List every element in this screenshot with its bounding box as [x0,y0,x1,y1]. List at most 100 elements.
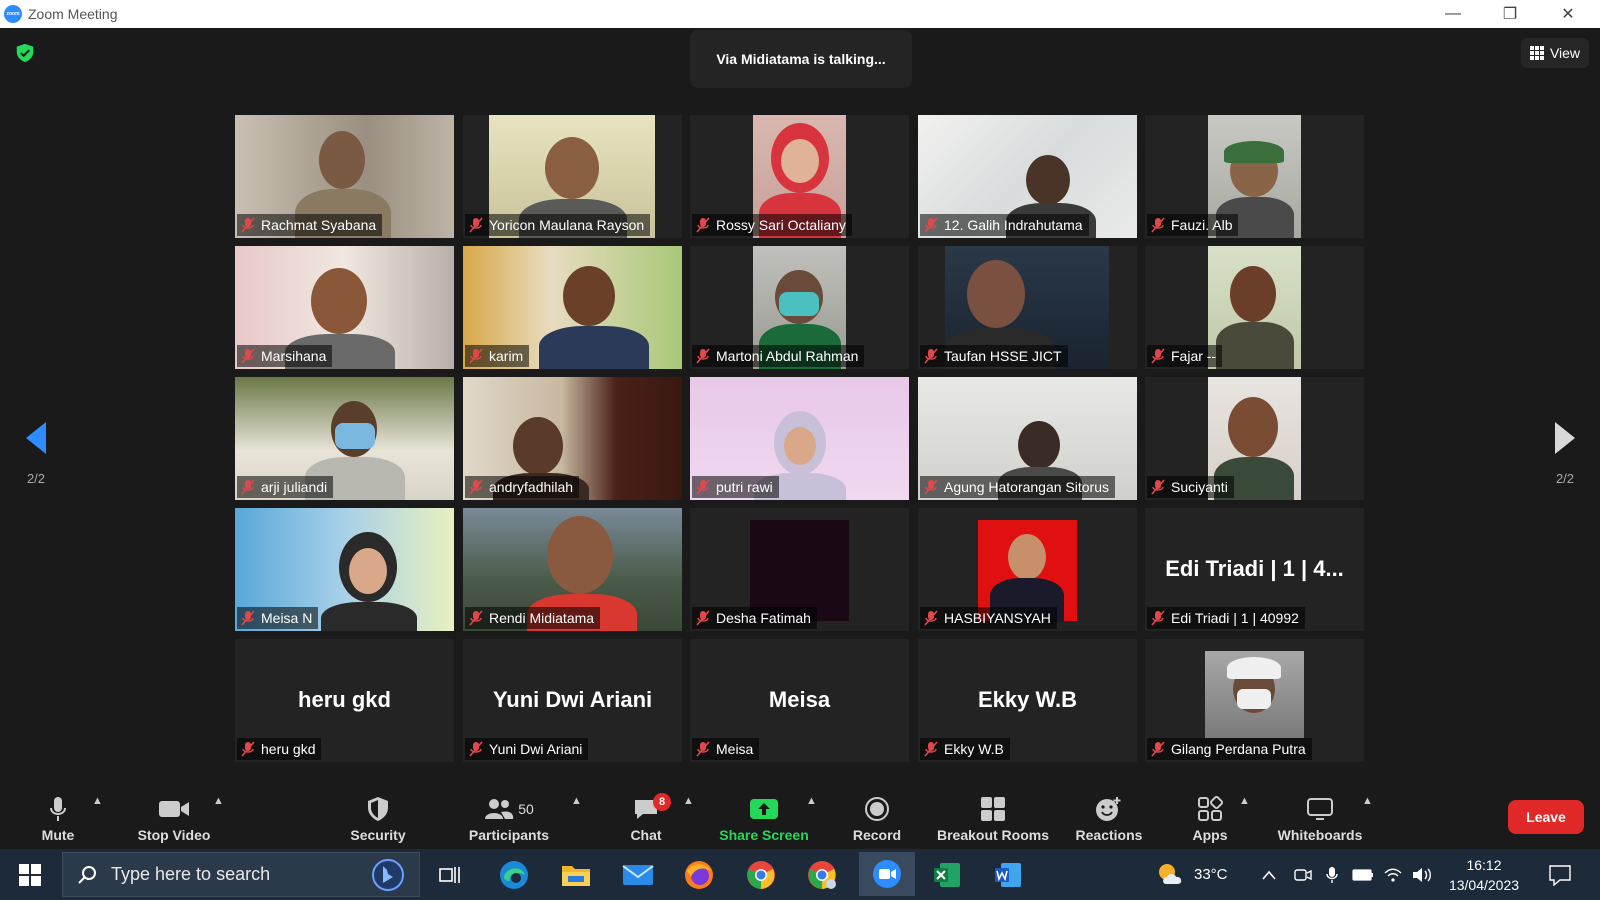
participant-name-label: andryfadhilah [465,476,580,498]
participant-tile[interactable]: Martoni Abdul Rahman [690,246,909,369]
participant-tile[interactable]: Yuni Dwi Ariani Yuni Dwi Ariani [463,639,682,762]
network-tray-icon[interactable] [1384,849,1402,900]
participant-tile[interactable]: arji juliandi [235,377,454,500]
arrow-right-icon[interactable] [1553,420,1577,456]
view-label: View [1549,45,1581,61]
taskbar-chrome[interactable] [741,855,781,895]
participant-tile[interactable]: Agung Hatorangan Sitorus [918,377,1137,500]
participant-tile[interactable]: Marsihana [235,246,454,369]
participants-button[interactable]: 50 Participants [464,789,554,843]
record-button[interactable]: Record [850,789,904,843]
mic-muted-icon [924,479,938,495]
participants-options-chevron-icon[interactable]: ▲ [571,795,582,807]
mic-muted-icon [1151,479,1165,495]
participant-tile[interactable]: andryfadhilah [463,377,682,500]
participant-tile[interactable]: heru gkd heru gkd [235,639,454,762]
chat-options-chevron-icon[interactable]: ▲ [683,795,694,807]
taskbar-zoom[interactable] [859,852,915,896]
participant-tile[interactable]: putri rawi [690,377,909,500]
participant-tile[interactable]: Edi Triadi | 1 | 4... Edi Triadi | 1 | 4… [1145,508,1364,631]
participant-name-label: 12. Galih Indrahutama [920,214,1089,236]
microphone-tray-icon[interactable] [1326,849,1338,900]
whiteboards-button[interactable]: Whiteboards [1274,789,1366,843]
previous-page-nav[interactable]: 2/2 [16,420,56,486]
participant-display-name: Edi Triadi | 1 | 4... [1165,556,1344,581]
participant-tile[interactable]: Suciyanti [1145,377,1364,500]
minimize-button[interactable]: — [1425,0,1481,28]
participant-tile[interactable]: Fauzi. Alb [1145,115,1364,238]
task-view-button[interactable] [430,855,470,895]
video-options-chevron-icon[interactable]: ▲ [213,795,224,807]
weather-widget[interactable]: 33°C [1156,849,1228,900]
participant-name-label: Rachmat Syabana [237,214,383,236]
participant-tile[interactable]: Rossy Sari Octaliany [690,115,909,238]
participant-tile[interactable]: Rendi Midiatama [463,508,682,631]
bing-search-icon[interactable] [371,858,405,892]
start-button[interactable] [10,855,50,895]
arrow-left-icon[interactable] [24,420,48,456]
windows-taskbar: Type here to search 33°C 16:12 13/04/202… [0,849,1600,900]
taskbar-clock[interactable]: 16:12 13/04/2023 [1448,849,1520,900]
active-speaker-banner: Via Midiatama is talking... [690,30,912,88]
participant-tile[interactable]: Gilang Perdana Putra [1145,639,1364,762]
view-button[interactable]: View [1521,38,1589,68]
share-options-chevron-icon[interactable]: ▲ [806,795,817,807]
apps-options-chevron-icon[interactable]: ▲ [1239,795,1250,807]
participant-display-name: Meisa [768,687,831,712]
reactions-button[interactable]: Reactions [1075,789,1143,843]
breakout-rooms-button[interactable]: Breakout Rooms [936,789,1050,843]
taskbar-search-box[interactable]: Type here to search [62,852,420,897]
participant-tile[interactable]: Meisa N [235,508,454,631]
folder-icon [562,866,590,886]
participant-name-label: Suciyanti [1147,476,1234,498]
participant-name-label: arji juliandi [237,476,334,498]
participant-name-label: Rossy Sari Octaliany [692,214,852,236]
mic-muted-icon [469,479,483,495]
participant-tile[interactable]: Ekky W.B Ekky W.B [918,639,1137,762]
participant-tile[interactable]: karim [463,246,682,369]
participant-tile[interactable]: Meisa Meisa [690,639,909,762]
taskbar-edge[interactable] [494,855,534,895]
share-screen-button[interactable]: Share Screen [716,789,812,843]
chat-button[interactable]: 8 Chat [626,789,671,843]
next-page-nav[interactable]: 2/2 [1545,420,1585,486]
taskbar-word[interactable] [988,855,1028,895]
taskbar-firefox[interactable] [679,855,719,895]
leave-button[interactable]: Leave [1508,800,1584,834]
participant-tile[interactable]: Desha Fatimah [690,508,909,631]
edge-browser-icon [500,861,528,889]
page-indicator-left: 2/2 [26,471,46,486]
participant-tile[interactable]: Rachmat Syabana [235,115,454,238]
page-indicator-right: 2/2 [1555,471,1575,486]
participant-name-label: heru gkd [237,738,322,760]
taskbar-excel[interactable] [927,855,967,895]
mute-button[interactable]: Mute [34,789,82,843]
apps-icon [1198,796,1223,821]
notification-center-button[interactable] [1548,849,1572,900]
security-button[interactable]: Security [343,789,413,843]
participants-icon [485,799,514,819]
show-hidden-icons-button[interactable] [1262,849,1276,900]
apps-button[interactable]: Apps [1190,789,1230,843]
stop-video-button[interactable]: Stop Video [132,789,216,843]
meet-now-tray-icon[interactable] [1294,849,1312,900]
taskbar-chrome-profile[interactable] [802,855,842,895]
mic-muted-icon [241,741,255,757]
taskbar-mail[interactable] [618,855,658,895]
battery-tray-icon[interactable] [1352,849,1374,900]
participant-tile[interactable]: Fajar -- [1145,246,1364,369]
participant-tile[interactable]: 12. Galih Indrahutama [918,115,1137,238]
close-button[interactable]: ✕ [1540,0,1596,28]
participant-display-name: Ekky W.B [977,687,1078,712]
audio-options-chevron-icon[interactable]: ▲ [92,795,103,807]
restore-button[interactable]: ❐ [1482,0,1538,28]
participant-tile[interactable]: HASBIYANSYAH [918,508,1137,631]
participant-tile[interactable]: Taufan HSSE JICT [918,246,1137,369]
mic-muted-icon [469,741,483,757]
volume-tray-icon[interactable] [1412,849,1432,900]
taskbar-file-explorer[interactable] [556,855,596,895]
whiteboards-options-chevron-icon[interactable]: ▲ [1362,795,1373,807]
encryption-shield-icon[interactable] [14,42,36,64]
participant-tile[interactable]: Yoricon Maulana Rayson [463,115,682,238]
zoom-app-icon: zoom [4,5,22,23]
